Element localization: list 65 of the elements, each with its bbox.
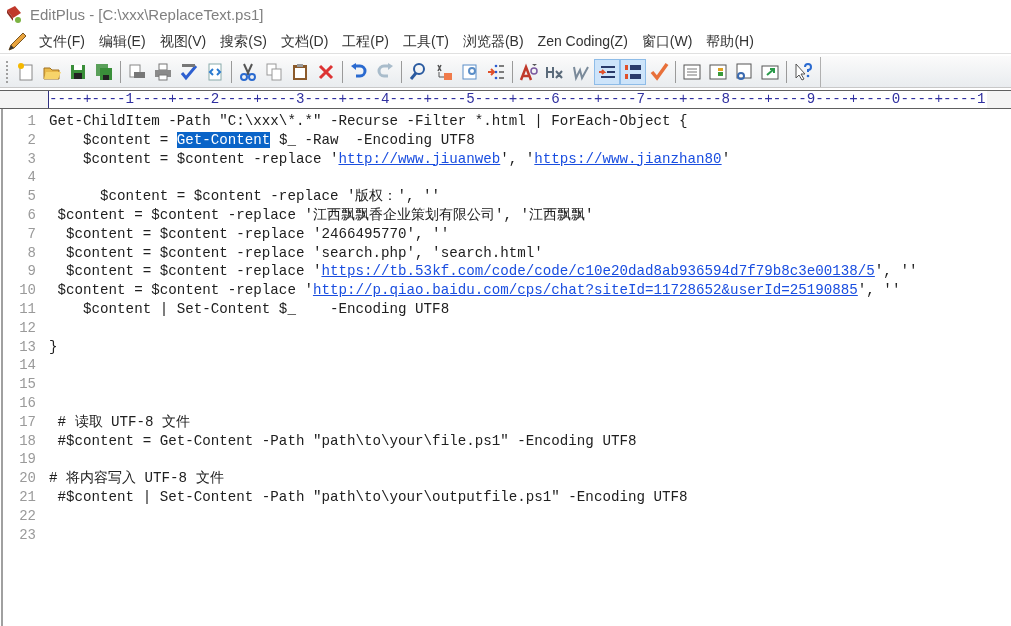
- url-link[interactable]: https://tb.53kf.com/code/code/c10e20dad8ab936594d7f79b8c3e00138/5: [321, 263, 875, 280]
- menu-item[interactable]: 文档(D): [273, 31, 336, 52]
- url-link[interactable]: https://www.jianzhan80: [534, 150, 722, 167]
- code-text: #$content | Set-Content -Path "path\to\your\outputfile.ps1" -Encoding UTF8: [56, 488, 688, 505]
- line-number: 14: [19, 357, 36, 374]
- line-number: 20: [19, 470, 36, 487]
- menu-item[interactable]: 帮助(H): [699, 31, 761, 52]
- menu-item[interactable]: 工程(P): [335, 31, 396, 52]
- code-text: $content = $content -replace '2466495770', '': [65, 225, 450, 242]
- line-number: 9: [27, 263, 36, 280]
- menu-item[interactable]: 编辑(E): [91, 31, 153, 52]
- line-number: 1: [27, 113, 36, 129]
- line-number: 15: [19, 376, 36, 393]
- code-text: $content = $content -replace '江西飘飘香企业策划有限公司', '江西飘飘': [56, 207, 594, 223]
- line-number: 23: [19, 526, 36, 543]
- menu-item[interactable]: 视图(V): [152, 31, 214, 52]
- window-title: EditPlus - [C:\xxx\ReplaceText.ps1]: [30, 4, 264, 25]
- menu-item[interactable]: Zen Coding(Z): [530, 31, 635, 52]
- line-number: 10: [19, 282, 36, 299]
- line-number: 7: [27, 225, 36, 242]
- app-icon: [4, 5, 24, 25]
- line-number: 6: [27, 207, 36, 223]
- line-number: 4: [27, 169, 36, 186]
- code-text: $_ -Raw -Encoding UTF8: [277, 131, 475, 148]
- line-number: 5: [27, 188, 36, 205]
- line-number: 19: [19, 451, 36, 468]
- selected-text: Get-Content: [176, 131, 271, 148]
- code-text: $content = $content -replace ': [82, 150, 339, 167]
- code-text: $content = $content -replace ': [65, 263, 322, 280]
- code-text: #$content = Get-Content -Path "path\to\your\file.ps1" -Encoding UTF8: [56, 432, 637, 449]
- word-wrap-icon[interactable]: [594, 58, 620, 85]
- code-text: # 读取 UTF-8 文件: [56, 413, 191, 430]
- code-text: $content | Set-Content $_ -Encoding UTF8: [82, 300, 450, 317]
- line-number: 22: [19, 507, 36, 524]
- line-number: 11: [19, 300, 36, 317]
- line-number: 8: [27, 244, 36, 261]
- url-link[interactable]: http://www.jiuanweb: [338, 150, 501, 167]
- code-text: ', ': [500, 150, 535, 167]
- code-text: $content = $content -replace ': [56, 282, 313, 299]
- line-number: 21: [19, 488, 36, 505]
- code-text: $content = $content -replace '版权：', '': [99, 188, 441, 205]
- code-text: # 将内容写入 UTF-8 文件: [49, 470, 224, 487]
- line-number: 17: [19, 413, 36, 430]
- menu-item[interactable]: 浏览器(B): [455, 31, 531, 52]
- code-text: $content = $content -replace 'search.php', 'search.html': [65, 244, 543, 261]
- code-text: }: [49, 338, 58, 355]
- line-number: 16: [19, 394, 36, 411]
- menu-item[interactable]: 文件(F): [32, 31, 92, 52]
- url-link[interactable]: http://p.qiao.baidu.com/cps/chat?siteId=11728652&userId=25190885: [312, 282, 858, 299]
- line-number: 2: [27, 131, 36, 148]
- line-number: 18: [19, 432, 36, 449]
- line-number: 13: [19, 338, 36, 355]
- line-number: 3: [27, 150, 36, 167]
- menu-item[interactable]: 窗口(W): [634, 31, 700, 52]
- code-text: ', '': [857, 282, 901, 299]
- pencil-icon: [6, 31, 28, 52]
- code-text: $content =: [82, 131, 170, 148]
- code-text: Get-ChildItem -Path "C:\xxx\*.*" -Recurse -Filter *.html | ForEach-Object {: [49, 113, 688, 129]
- column-ruler: ----+----1----+----2----+----3----+----4----+----5----+----6----+----7----+----8----+----9----+----0----+----1: [49, 91, 987, 108]
- line-number: 12: [19, 319, 36, 336]
- code-text: ', '': [874, 263, 918, 280]
- menu-item[interactable]: 搜索(S): [213, 31, 274, 52]
- line-numbers-icon[interactable]: [620, 58, 646, 85]
- code-text: ': [721, 150, 731, 167]
- menu-item[interactable]: 工具(T): [396, 31, 456, 52]
